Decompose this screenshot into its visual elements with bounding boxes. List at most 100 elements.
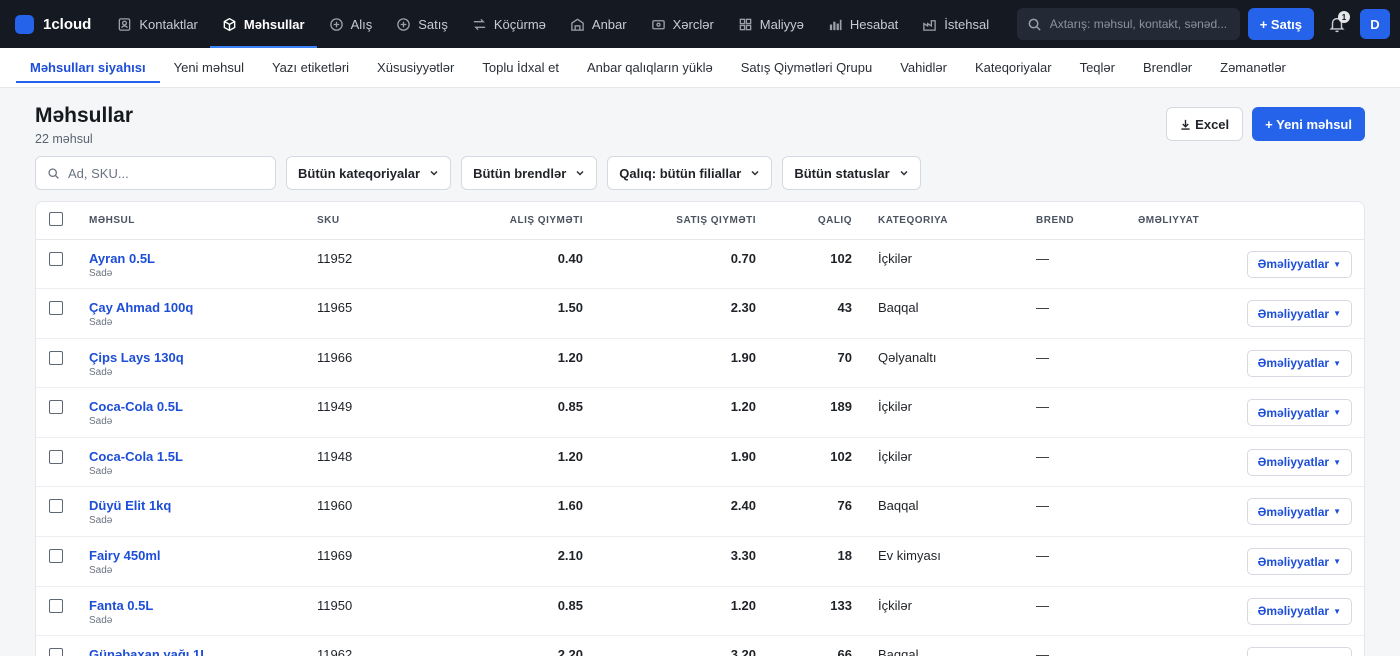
brand-cell: — bbox=[1036, 288, 1138, 339]
stock-cell: 133 bbox=[756, 586, 852, 637]
stock-cell: 70 bbox=[756, 338, 852, 389]
nav-item-4[interactable]: Köçürmə bbox=[460, 0, 558, 48]
product-name-link[interactable]: Günəbaxan yağı 1L bbox=[89, 647, 317, 656]
row-checkbox[interactable] bbox=[49, 648, 63, 656]
product-name-link[interactable]: Çips Lays 130q bbox=[89, 350, 317, 365]
row-checkbox[interactable] bbox=[49, 499, 63, 514]
nav-item-6[interactable]: Xərclər bbox=[639, 0, 726, 48]
product-name-link[interactable]: Düyü Elit 1kq bbox=[89, 498, 317, 513]
row-checkbox[interactable] bbox=[49, 301, 63, 316]
nav-item-7[interactable]: Maliyyə bbox=[726, 0, 816, 48]
notifications-button[interactable]: 1 bbox=[1322, 8, 1352, 40]
product-name-link[interactable]: Coca-Cola 0.5L bbox=[89, 399, 317, 414]
row-checkbox[interactable] bbox=[49, 449, 63, 464]
row-actions-button[interactable]: Əməliyyatlar▼ bbox=[1246, 597, 1352, 625]
search-icon bbox=[1027, 17, 1042, 32]
sell-price-cell: 2.40 bbox=[583, 486, 756, 538]
subtab-0[interactable]: Məhsulları siyahısı bbox=[16, 48, 160, 87]
product-name-link[interactable]: Coca-Cola 1.5L bbox=[89, 449, 317, 464]
subtab-11[interactable]: Zəmanətlər bbox=[1206, 48, 1300, 87]
product-subtabs: Məhsulları siyahısı Yeni məhsul Yazı etike… bbox=[0, 48, 1400, 88]
row-actions-button[interactable]: Əməliyyatlar▼ bbox=[1246, 548, 1352, 576]
col-category[interactable]: Kateqoriya bbox=[852, 202, 1036, 240]
stock-filter-value: Qalıq: bütün filiallar bbox=[619, 165, 742, 181]
row-actions-button[interactable]: Əməliyyatlar▼ bbox=[1246, 448, 1352, 476]
subtab-3[interactable]: Xüsusiyyətlər bbox=[363, 48, 468, 87]
row-select-cell bbox=[36, 387, 89, 438]
buy-price-cell: 1.20 bbox=[467, 437, 583, 488]
sell-price-cell: 1.90 bbox=[583, 338, 756, 389]
row-checkbox[interactable] bbox=[49, 598, 63, 613]
subtab-8[interactable]: Kateqoriyalar bbox=[961, 48, 1066, 87]
download-icon bbox=[1181, 119, 1190, 130]
product-name-link[interactable]: Ayran 0.5L bbox=[89, 251, 317, 266]
product-type: Sadə bbox=[89, 465, 113, 477]
row-actions-button[interactable]: Əməliyyatlar▼ bbox=[1246, 647, 1352, 656]
row-checkbox[interactable] bbox=[49, 400, 63, 415]
col-sell-price[interactable]: Satış qiyməti bbox=[583, 202, 756, 240]
excel-export-button[interactable]: Excel bbox=[1166, 107, 1244, 141]
select-all-checkbox[interactable] bbox=[49, 212, 63, 227]
global-search-input[interactable] bbox=[1049, 17, 1230, 31]
subtab-10[interactable]: Brendlər bbox=[1129, 48, 1206, 87]
subtab-7[interactable]: Vahidlər bbox=[886, 48, 961, 87]
category-cell: İçkilər bbox=[852, 437, 1036, 488]
product-name-link[interactable]: Fanta 0.5L bbox=[89, 598, 317, 613]
row-actions-label: Əməliyyatlar bbox=[1257, 405, 1330, 420]
brand[interactable]: 1cloud bbox=[15, 14, 91, 34]
row-actions-button[interactable]: Əməliyyatlar▼ bbox=[1246, 349, 1352, 377]
product-search-input[interactable] bbox=[68, 165, 258, 181]
row-actions-button[interactable]: Əməliyyatlar▼ bbox=[1246, 399, 1352, 427]
nav-item-9[interactable]: İstehsal bbox=[910, 0, 1001, 48]
product-cell: Düyü Elit 1kq Sadə bbox=[89, 486, 317, 538]
nav-item-1[interactable]: Məhsullar bbox=[209, 0, 317, 48]
col-product[interactable]: Məhsul bbox=[89, 202, 317, 240]
row-checkbox[interactable] bbox=[49, 549, 63, 564]
category-filter[interactable]: Bütün kateqoriyalar bbox=[286, 156, 452, 190]
caret-down-icon: ▼ bbox=[1333, 408, 1341, 418]
user-avatar[interactable]: D bbox=[1360, 9, 1390, 39]
brand-cell: — bbox=[1036, 486, 1138, 538]
row-checkbox[interactable] bbox=[49, 350, 63, 365]
subtab-9[interactable]: Teqlər bbox=[1066, 48, 1129, 87]
header-actions: Excel + Yeni məhsul bbox=[1166, 107, 1365, 141]
col-buy-price[interactable]: Alış qiyməti bbox=[467, 202, 583, 240]
subtab-5[interactable]: Anbar qalıqların yüklə bbox=[573, 48, 727, 87]
actions-cell: Əməliyyatlar▼ bbox=[1138, 239, 1364, 290]
subtab-1[interactable]: Yeni məhsul bbox=[160, 48, 258, 87]
col-stock[interactable]: Qalıq bbox=[756, 202, 852, 240]
subtab-2[interactable]: Yazı etiketləri bbox=[258, 48, 363, 87]
nav-item-5[interactable]: Anbar bbox=[558, 0, 639, 48]
category-cell: İçkilər bbox=[852, 387, 1036, 438]
product-search[interactable] bbox=[35, 156, 276, 190]
brand-cell: — bbox=[1036, 387, 1138, 438]
global-search[interactable] bbox=[1016, 8, 1240, 40]
stock-filter[interactable]: Qalıq: bütün filiallar bbox=[607, 156, 773, 190]
status-filter[interactable]: Bütün statuslar bbox=[782, 156, 921, 190]
row-actions-label: Əməliyyatlar bbox=[1257, 455, 1330, 470]
row-actions-button[interactable]: Əməliyyatlar▼ bbox=[1246, 498, 1352, 526]
actions-cell: Əməliyyatlar▼ bbox=[1138, 536, 1364, 587]
nav-item-label: Köçürmə bbox=[493, 16, 546, 32]
nav-item-2[interactable]: Alış bbox=[317, 0, 385, 48]
nav-item-0[interactable]: Kontaktlar bbox=[105, 0, 210, 48]
new-sale-button[interactable]: + Satış bbox=[1247, 8, 1314, 40]
brand-cell: — bbox=[1036, 536, 1138, 587]
col-brand[interactable]: Brend bbox=[1036, 202, 1138, 240]
row-actions-button[interactable]: Əməliyyatlar▼ bbox=[1246, 250, 1352, 278]
col-sku[interactable]: SKU bbox=[317, 202, 467, 240]
nav-item-8[interactable]: Hesabat bbox=[816, 0, 910, 48]
product-name-link[interactable]: Fairy 450ml bbox=[89, 548, 317, 563]
subtab-4[interactable]: Toplu İdxal et bbox=[468, 48, 573, 87]
stock-cell: 43 bbox=[756, 288, 852, 339]
actions-cell: Əməliyyatlar▼ bbox=[1138, 586, 1364, 637]
row-checkbox[interactable] bbox=[49, 251, 63, 266]
product-cell: Coca-Cola 0.5L Sadə bbox=[89, 387, 317, 438]
brand-filter[interactable]: Bütün brendlər bbox=[461, 156, 598, 190]
subtab-6[interactable]: Satış Qiymətləri Qrupu bbox=[727, 48, 887, 87]
new-product-button[interactable]: + Yeni məhsul bbox=[1252, 107, 1365, 141]
nav-item-label: Alış bbox=[350, 16, 373, 32]
product-name-link[interactable]: Çay Ahmad 100q bbox=[89, 300, 317, 315]
row-actions-button[interactable]: Əməliyyatlar▼ bbox=[1246, 300, 1352, 328]
nav-item-3[interactable]: Satış bbox=[384, 0, 460, 48]
